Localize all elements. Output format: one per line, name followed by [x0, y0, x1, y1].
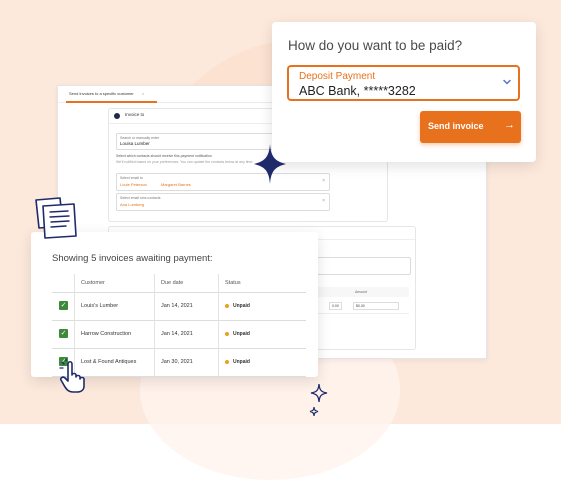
payment-method-value: ABC Bank, *****3282: [299, 84, 416, 98]
row-checkbox-cell: ✓: [52, 292, 74, 320]
payment-method-card: How do you want to be paid? Deposit Paym…: [272, 22, 536, 162]
table-row[interactable]: ✓ Harrow Construction Jan 14, 2021 Unpai…: [52, 320, 306, 349]
tab-label: Send invoices to a specific customer: [69, 91, 134, 96]
checkbox[interactable]: ✓: [59, 329, 68, 338]
send-invoice-label: Send invoice: [428, 121, 484, 131]
sparkle-icon: [309, 383, 328, 417]
payment-method-label: Deposit Payment: [299, 71, 376, 82]
sparkle-icon: [254, 144, 286, 184]
contacts-note-secondary: We'll notified based on your preferences…: [116, 160, 253, 164]
tab-close-icon[interactable]: ×: [142, 86, 144, 101]
recipient-chip[interactable]: Ana Lumberg: [120, 202, 144, 207]
sms-recipients-field[interactable]: Select email sms contacts Ana Lumberg ×: [116, 193, 330, 211]
table-header: Customer Due date Status: [52, 274, 306, 293]
customer-cell: Harrow Construction: [74, 320, 154, 348]
contacts-note: Select which contacts should receive thi…: [116, 154, 212, 158]
due-date-cell: Jan 14, 2021: [154, 320, 218, 348]
amount-cell[interactable]: $0.00: [353, 302, 399, 310]
status-cell: Unpaid: [218, 320, 306, 348]
customer-cell: Louis's Lumber: [74, 292, 154, 320]
customer-field-label: Search or manually enter: [120, 136, 160, 140]
payment-question: How do you want to be paid?: [288, 38, 463, 53]
table-row[interactable]: ✓ Louis's Lumber Jan 14, 2021 Unpaid: [52, 292, 306, 321]
status-badge: Unpaid: [233, 359, 250, 365]
column-header: Customer: [74, 274, 154, 292]
status-badge: Unpaid: [233, 303, 250, 309]
clear-icon[interactable]: ×: [322, 198, 325, 204]
row-checkbox-cell: ✓: [52, 320, 74, 348]
documents-icon: [35, 197, 77, 239]
payment-method-select[interactable]: Deposit Payment ABC Bank, *****3282: [287, 65, 520, 101]
customer-field-value: Louisa Lumber: [120, 141, 150, 146]
status-badge: Unpaid: [233, 331, 250, 337]
email-field-label: Select email to: [120, 176, 143, 180]
checkbox[interactable]: ✓: [59, 301, 68, 310]
sms-field-label: Select email sms contacts: [120, 196, 161, 200]
step-dot-icon: [114, 113, 120, 119]
status-dot-icon: [225, 331, 229, 336]
recipient-chip[interactable]: Louie Peterson: [120, 182, 147, 187]
status-dot-icon: [225, 303, 229, 308]
panel-title: Invoice to: [125, 112, 145, 117]
due-date-cell: Jan 14, 2021: [154, 292, 218, 320]
column-header: Due date: [154, 274, 218, 292]
pointer-hand-icon: [59, 358, 85, 393]
recipient-chip[interactable]: Margaret Barnes: [161, 182, 191, 187]
chevron-down-icon[interactable]: [502, 77, 512, 90]
status-dot-icon: [225, 359, 229, 364]
amount-header: Amount: [355, 290, 368, 294]
status-cell: Unpaid: [218, 292, 306, 320]
email-recipients-field[interactable]: Select email to Louie Peterson Margaret …: [116, 173, 330, 191]
send-invoice-button[interactable]: Send invoice →: [420, 111, 521, 143]
column-header: Status: [218, 274, 306, 292]
invoices-title: Showing 5 invoices awaiting payment:: [52, 253, 213, 264]
quantity-cell[interactable]: 0.00: [329, 302, 342, 310]
due-date-cell: Jan 30, 2021: [154, 348, 218, 376]
status-cell: Unpaid: [218, 348, 306, 376]
clear-icon[interactable]: ×: [322, 178, 325, 184]
select-column-header: [52, 274, 74, 292]
arrow-right-icon: →: [504, 119, 515, 131]
awaiting-invoices-card: Showing 5 invoices awaiting payment: Cus…: [31, 232, 318, 377]
